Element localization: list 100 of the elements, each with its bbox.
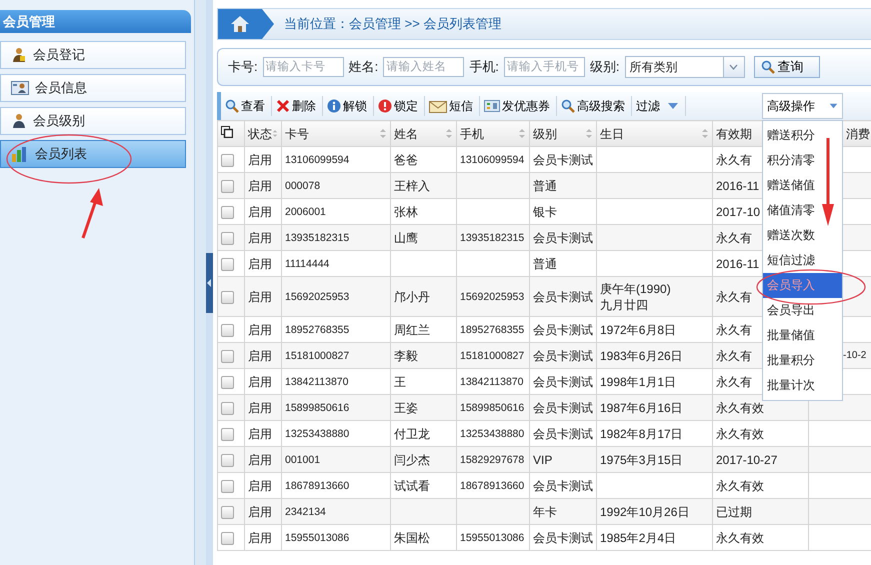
table-cell: 启用: [248, 478, 272, 494]
table-cell-text: 13106099594: [460, 152, 524, 168]
row-checkbox[interactable]: [221, 206, 234, 219]
search-icon: [225, 99, 239, 113]
table-cell-text: 13842113870: [460, 374, 524, 390]
table-cell: 会员卡测试: [533, 478, 593, 494]
menu-item[interactable]: 批量计次: [763, 373, 842, 398]
row-checkbox[interactable]: [221, 350, 234, 363]
sort-icon: [272, 128, 278, 139]
menu-item[interactable]: 储值清零: [763, 198, 842, 223]
user-icon: [11, 113, 27, 129]
table-cell: 山鹰: [394, 230, 418, 246]
table-cell: 启用: [248, 374, 272, 390]
select-all-icon[interactable]: [221, 126, 233, 138]
table-cell: 2016-11: [716, 178, 760, 194]
table-cell: 会员卡测试: [533, 152, 593, 168]
table-cell: 付卫龙: [394, 426, 430, 442]
menu-item[interactable]: 批量积分: [763, 348, 842, 373]
search-icon: [561, 99, 575, 113]
level-select[interactable]: 所有类别: [624, 56, 744, 78]
toolbar-button[interactable]: 高级搜索: [557, 96, 632, 116]
sidebar-item[interactable]: 会员级别: [0, 107, 186, 135]
menu-item[interactable]: 短信过滤: [763, 248, 842, 273]
table-cell: 启用: [248, 152, 272, 168]
toolbar-button[interactable]: 发优惠券: [480, 96, 557, 116]
table-cell: VIP: [533, 452, 552, 468]
sidebar-item[interactable]: 会员登记: [0, 41, 186, 69]
table-cell: 启用: [248, 504, 272, 520]
toolbar-button[interactable]: 删除: [272, 96, 323, 116]
toolbar-button[interactable]: 短信: [425, 96, 480, 116]
table-cell-text: 13253438880: [285, 426, 350, 442]
menu-item[interactable]: 会员导出: [763, 298, 842, 323]
table-cell: 已过期: [716, 504, 752, 520]
table-cell-text: 2006001: [285, 204, 326, 220]
toolbar-button[interactable]: 过滤: [632, 96, 686, 116]
search-field[interactable]: 请输入卡号: [262, 57, 344, 77]
table-cell-text: 13842113870: [285, 374, 348, 390]
table-cell: 邝小丹: [394, 288, 430, 304]
column-header[interactable]: 卡号: [282, 120, 390, 146]
sidebar-title: 会员管理: [0, 10, 191, 33]
row-checkbox[interactable]: [221, 428, 234, 441]
sort-icon: [379, 128, 387, 139]
sort-icon: [518, 128, 526, 139]
field-label: 姓名:: [348, 58, 378, 76]
row-checkbox[interactable]: [221, 154, 234, 167]
menu-item[interactable]: 赠送储值: [763, 173, 842, 198]
table-cell-text: 001001: [285, 452, 320, 468]
table-cell: 2017-10-27: [716, 452, 778, 468]
user-icon: [11, 47, 27, 63]
query-button[interactable]: 查询: [754, 56, 820, 78]
row-checkbox[interactable]: [221, 232, 234, 245]
toolbar-button[interactable]: 解锁: [323, 96, 374, 116]
menu-item[interactable]: 积分清零: [763, 148, 842, 173]
toolbar-button[interactable]: 查看: [221, 96, 272, 116]
coupon-icon: [484, 99, 500, 113]
table-cell: 启用: [248, 288, 272, 304]
column-header[interactable]: 手机: [456, 120, 530, 146]
table-cell: 银卡: [533, 204, 557, 220]
menu-item[interactable]: 批量储值: [763, 323, 842, 348]
table-cell: 王梓入: [394, 178, 430, 194]
sidebar-item[interactable]: 会员信息: [0, 74, 186, 102]
table-cell: 永久有: [716, 288, 752, 304]
search-field[interactable]: 请输入手机号: [504, 57, 585, 77]
column-header[interactable]: 状态: [244, 120, 282, 146]
column-header[interactable]: 姓名: [390, 120, 456, 146]
toolbar-button[interactable]: 锁定: [374, 96, 425, 116]
row-checkbox[interactable]: [221, 506, 234, 519]
table-cell-text: 15692025953: [285, 290, 350, 304]
table-cell-text: 15955013086: [285, 530, 350, 546]
delete-icon: [276, 99, 290, 113]
row-checkbox[interactable]: [221, 180, 234, 193]
table-cell: 会员卡测试: [533, 288, 593, 304]
collapse-handle[interactable]: [206, 252, 213, 312]
row-checkbox[interactable]: [221, 290, 234, 304]
column-header[interactable]: 生日: [596, 120, 712, 146]
table-cell: 启用: [248, 178, 272, 194]
row-checkbox[interactable]: [221, 258, 234, 271]
sidebar-item[interactable]: 会员列表: [0, 140, 186, 168]
row-checkbox[interactable]: [221, 376, 234, 389]
row-checkbox[interactable]: [221, 532, 234, 545]
table-cell-text: 15181000827: [285, 348, 350, 364]
home-icon[interactable]: [218, 9, 276, 39]
table-cell: 永久有效: [716, 400, 764, 416]
caret-icon: [729, 64, 738, 70]
table-cell: 1985年2月4日: [600, 530, 676, 546]
table-cell: 王: [394, 374, 406, 390]
advanced-menu-button[interactable]: 高级操作: [762, 93, 843, 119]
table-cell-text: 13106099594: [285, 152, 350, 168]
table-cell: 永久有效: [716, 478, 764, 494]
menu-item[interactable]: 赠送次数: [763, 223, 842, 248]
search-field[interactable]: 请输入姓名: [383, 57, 464, 77]
row-checkbox[interactable]: [221, 402, 234, 415]
table-cell: 1992年10月26日: [600, 504, 690, 520]
column-header[interactable]: 级别: [530, 120, 596, 146]
table-cell: 永久有效: [716, 530, 764, 546]
table-cell: 普通: [533, 178, 557, 194]
row-checkbox[interactable]: [221, 480, 234, 493]
table-cell: 会员卡测试: [533, 230, 593, 246]
row-checkbox[interactable]: [221, 324, 234, 337]
row-checkbox[interactable]: [221, 454, 234, 467]
